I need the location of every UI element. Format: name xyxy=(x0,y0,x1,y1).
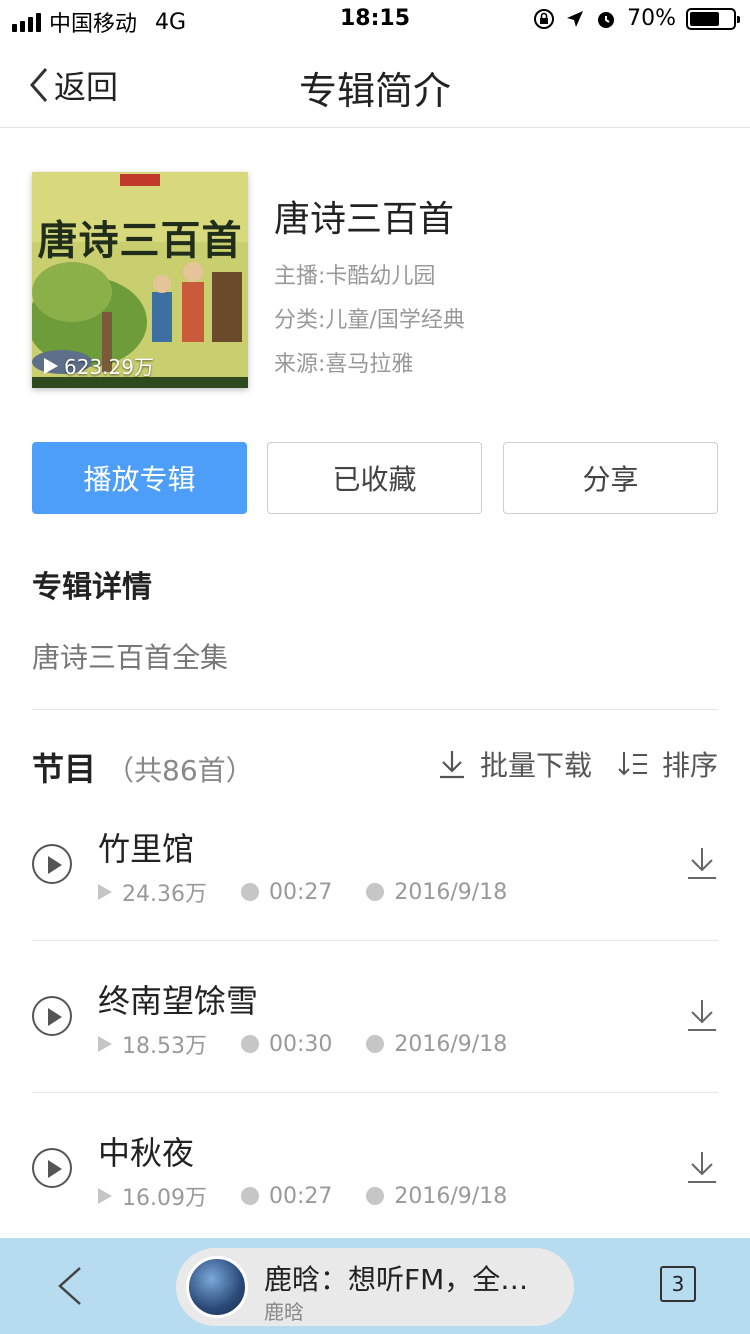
tabs-count-button[interactable]: 3 xyxy=(660,1266,696,1302)
album-source: 来源:喜马拉雅 xyxy=(274,352,414,377)
batch-download-label: 批量下载 xyxy=(479,749,592,782)
chevron-left-icon[interactable] xyxy=(52,1264,88,1308)
now-playing-title: 鹿晗：想听FM，全… xyxy=(264,1263,529,1296)
track-row[interactable]: 中秋夜 16.09万 00:27 2016/9/18 xyxy=(0,1104,750,1256)
chevron-left-icon xyxy=(30,68,48,102)
divider xyxy=(32,1092,718,1093)
program-header: 节目 （共86首） xyxy=(32,744,254,790)
track-title: 终南望馀雪 xyxy=(98,982,259,1020)
download-icon[interactable] xyxy=(686,1150,718,1184)
clock-icon xyxy=(240,883,259,901)
track-title: 中秋夜 xyxy=(98,1134,195,1172)
track-title: 竹里馆 xyxy=(98,830,195,868)
details-heading: 专辑详情 xyxy=(32,570,152,605)
back-button[interactable]: 返回 xyxy=(28,62,118,108)
share-button[interactable]: 分享 xyxy=(503,442,718,514)
track-duration: 00:27 xyxy=(268,1183,333,1209)
track-plays: 24.36万 xyxy=(122,882,207,907)
track-date: 2016/9/18 xyxy=(394,879,508,905)
upload-icon xyxy=(366,1035,385,1053)
program-label: 节目 xyxy=(32,750,97,788)
sort-icon xyxy=(618,752,647,776)
track-plays: 16.09万 xyxy=(122,1186,207,1211)
program-actions: 批量下载 排序 xyxy=(438,744,718,784)
track-play-icon[interactable] xyxy=(32,844,72,884)
play-count-icon xyxy=(98,1188,112,1204)
avatar xyxy=(186,1256,248,1318)
now-playing-subtitle: 鹿晗 xyxy=(264,1300,304,1324)
rotation-lock-icon xyxy=(534,8,555,29)
now-playing-pill[interactable]: 鹿晗：想听FM，全… 鹿晗 xyxy=(176,1248,574,1326)
divider xyxy=(32,940,718,941)
track-row[interactable]: 竹里馆 24.36万 00:27 2016/9/18 xyxy=(0,800,750,952)
play-album-button[interactable]: 播放专辑 xyxy=(32,442,247,514)
album-cover: 唐诗三百首 623.29万 xyxy=(32,172,248,388)
track-duration: 00:27 xyxy=(268,879,333,905)
clock-icon xyxy=(240,1187,259,1205)
track-meta: 18.53万 00:30 2016/9/18 xyxy=(98,1028,541,1060)
album-title: 唐诗三百首 xyxy=(274,199,455,240)
favorite-button[interactable]: 已收藏 xyxy=(267,442,482,514)
play-count-icon xyxy=(98,884,112,900)
track-date: 2016/9/18 xyxy=(394,1031,508,1057)
track-row[interactable]: 终南望馀雪 18.53万 00:30 2016/9/18 xyxy=(0,952,750,1104)
sort-label: 排序 xyxy=(661,749,718,782)
track-date: 2016/9/18 xyxy=(394,1183,508,1209)
sort-button[interactable]: 排序 xyxy=(618,744,718,784)
download-icon xyxy=(439,751,464,779)
battery-percent: 70% xyxy=(627,6,676,31)
back-label: 返回 xyxy=(54,68,119,106)
upload-icon xyxy=(366,1187,385,1205)
track-play-icon[interactable] xyxy=(32,996,72,1036)
location-icon xyxy=(567,10,584,27)
play-count-icon xyxy=(44,357,58,374)
divider xyxy=(32,709,718,710)
status-bar: 中国移动 4G 18:15 70% xyxy=(0,0,750,40)
nav-bar: 返回 专辑简介 xyxy=(0,40,750,128)
play-count-icon xyxy=(98,1036,112,1052)
track-meta: 16.09万 00:27 2016/9/18 xyxy=(98,1180,541,1212)
program-count: （共86首） xyxy=(106,754,254,787)
cover-title: 唐诗三百首 xyxy=(37,217,243,264)
album-host: 主播:卡酷幼儿园 xyxy=(274,264,436,289)
download-icon[interactable] xyxy=(686,846,718,880)
album-category: 分类:儿童/国学经典 xyxy=(274,308,465,333)
album-description: 唐诗三百首全集 xyxy=(32,641,229,674)
batch-download-button[interactable]: 批量下载 xyxy=(438,744,592,784)
battery-icon xyxy=(686,7,740,30)
track-duration: 00:30 xyxy=(268,1031,333,1057)
clock-icon xyxy=(240,1035,259,1053)
track-meta: 24.36万 00:27 2016/9/18 xyxy=(98,876,541,908)
track-play-icon[interactable] xyxy=(32,1148,72,1188)
upload-icon xyxy=(366,883,385,901)
bottom-bar: 鹿晗：想听FM，全… 鹿晗 3 xyxy=(0,1238,750,1334)
track-plays: 18.53万 xyxy=(122,1034,207,1059)
download-icon[interactable] xyxy=(686,998,718,1032)
cover-play-count: 623.29万 xyxy=(44,351,154,380)
cover-play-count-value: 623.29万 xyxy=(64,355,154,379)
alarm-icon xyxy=(598,11,615,28)
